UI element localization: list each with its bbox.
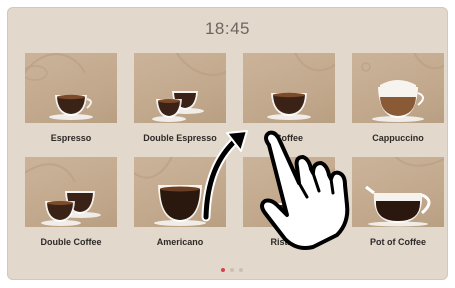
product-thumbnail bbox=[352, 53, 444, 123]
cappuccino-cup-icon bbox=[372, 80, 424, 122]
product-tile-double-coffee[interactable]: Double Coffee bbox=[25, 157, 117, 252]
page-dot[interactable] bbox=[230, 268, 234, 272]
product-tile-espresso[interactable]: Espresso bbox=[25, 53, 117, 148]
product-tile-cappuccino[interactable]: Cappuccino bbox=[352, 53, 444, 148]
product-label: Ristretto bbox=[270, 237, 308, 247]
product-thumbnail bbox=[134, 53, 226, 123]
product-tile-pot-of-coffee[interactable]: Pot of Coffee bbox=[352, 157, 444, 252]
product-label: Double Coffee bbox=[40, 237, 102, 247]
product-thumbnail bbox=[243, 157, 335, 227]
product-label: Coffee bbox=[274, 133, 303, 143]
coffee-machine-screen: 18:45 Espresso Double Espresso Coffee Ca… bbox=[7, 7, 448, 280]
coffee-pot-icon bbox=[365, 185, 431, 227]
product-label: Espresso bbox=[50, 133, 92, 143]
product-tile-coffee[interactable]: Coffee bbox=[243, 53, 335, 148]
product-thumbnail bbox=[25, 157, 117, 227]
double-espresso-cups-icon bbox=[152, 91, 204, 122]
americano-cup-icon bbox=[154, 185, 206, 226]
product-thumbnail bbox=[243, 53, 335, 123]
ristretto-cup-icon bbox=[271, 203, 311, 224]
product-label: Double Espresso bbox=[143, 133, 217, 143]
double-coffee-cups-icon bbox=[41, 191, 101, 226]
product-thumbnail bbox=[25, 53, 117, 123]
product-thumbnail bbox=[352, 157, 444, 227]
page-dot[interactable] bbox=[239, 268, 243, 272]
product-label: Pot of Coffee bbox=[370, 237, 426, 247]
product-tile-americano[interactable]: Americano bbox=[134, 157, 226, 252]
espresso-cup-icon bbox=[49, 94, 93, 120]
clock: 18:45 bbox=[204, 19, 251, 38]
product-thumbnail bbox=[134, 157, 226, 227]
page-indicator[interactable] bbox=[221, 268, 243, 272]
product-label: Cappuccino bbox=[372, 133, 424, 143]
page-dot-active[interactable] bbox=[221, 268, 225, 272]
product-tile-ristretto[interactable]: Ristretto bbox=[243, 157, 335, 252]
product-tile-double-espresso[interactable]: Double Espresso bbox=[134, 53, 226, 148]
coffee-cup-icon bbox=[267, 92, 311, 120]
product-label: Americano bbox=[156, 237, 204, 247]
